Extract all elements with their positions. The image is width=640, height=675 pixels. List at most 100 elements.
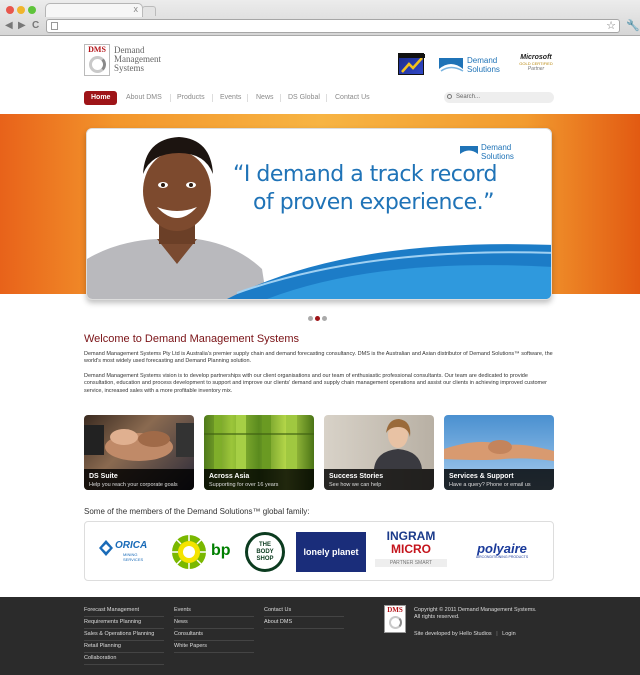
certified-badge-logo xyxy=(398,53,425,75)
quote-line1: “I demand a track record xyxy=(233,162,497,187)
demand-solutions-partner-logo: Demand Solutions xyxy=(437,53,507,77)
footer-link[interactable]: Requirements Planning xyxy=(84,617,164,629)
businesswoman-photo xyxy=(374,419,422,469)
ingram-line3: PARTNER SMART xyxy=(375,559,447,567)
search-input[interactable]: Search... xyxy=(444,92,554,103)
bookmark-star-icon[interactable]: ☆ xyxy=(606,19,616,32)
browser-tab[interactable]: x xyxy=(45,3,143,17)
handshake-photo xyxy=(444,440,554,461)
reload-icon[interactable]: C xyxy=(32,20,39,31)
quote-line2: of proven experience.” xyxy=(253,190,495,215)
footer-link[interactable]: Events xyxy=(174,605,254,617)
ds-name-line2: Solutions xyxy=(467,65,500,74)
footer-col-contact: Contact Us About DMS xyxy=(264,605,344,629)
developer-link[interactable]: Site developed by Hello Studios xyxy=(414,631,492,637)
copyright-line2: All rights reserved. xyxy=(414,614,460,620)
footer-link[interactable]: News xyxy=(174,617,254,629)
new-tab-button[interactable] xyxy=(142,6,156,16)
tile-success-stories[interactable]: Success Stories See how we can help xyxy=(324,415,434,490)
footer-col-news: Events News Consultants White Papers xyxy=(174,605,254,653)
tile-ds-suite[interactable]: DS Suite Help you reach your corporate go… xyxy=(84,415,194,490)
nav-news[interactable]: News xyxy=(256,91,274,105)
footer-link[interactable]: Sales & Operations Planning xyxy=(84,629,164,641)
footer-link[interactable]: Consultants xyxy=(174,629,254,641)
back-icon[interactable]: ◀ xyxy=(5,20,13,31)
bamboo-photo xyxy=(204,415,314,469)
tile-caption: Across Asia Supporting for over 16 years xyxy=(204,469,314,490)
welcome-title: Welcome to Demand Management Systems xyxy=(84,333,299,345)
tile-subtitle: Have a query? Phone or email us xyxy=(449,482,531,488)
minimize-window-icon[interactable] xyxy=(17,6,25,14)
nav-separator xyxy=(326,94,327,102)
logo-name: Demand Management Systems xyxy=(114,46,176,73)
nav-home[interactable]: Home xyxy=(84,91,118,105)
nav-separator xyxy=(212,94,213,102)
nav-separator xyxy=(170,94,171,102)
polyaire-name: polyaire xyxy=(477,541,527,556)
tile-across-asia[interactable]: Across Asia Supporting for over 16 years xyxy=(204,415,314,490)
wrench-icon[interactable]: 🔧 xyxy=(626,19,640,32)
bp-logo: bp xyxy=(171,534,237,570)
blue-wave-graphic xyxy=(227,244,551,299)
ingram-micro-logo: INGRAM MICRO PARTNER SMART xyxy=(375,530,447,574)
tile-title: Services & Support xyxy=(449,473,514,480)
body-shop-line2: BODY xyxy=(256,549,274,555)
tile-subtitle: See how we can help xyxy=(329,482,382,488)
ingram-line2: MICRO xyxy=(391,542,431,556)
footer-logo-text: DMS xyxy=(387,606,403,614)
search-icon xyxy=(447,94,452,99)
slide-pager xyxy=(308,308,329,326)
footer-link[interactable]: White Papers xyxy=(174,641,254,653)
welcome-para1: Demand Management Systems Pty Ltd is Aus… xyxy=(84,351,553,365)
tile-subtitle: Supporting for over 16 years xyxy=(209,482,279,488)
demand-solutions-icon xyxy=(439,58,464,72)
orica-icon xyxy=(99,540,113,556)
footer-copyright: Copyright © 2011 Demand Management Syste… xyxy=(414,607,537,621)
slide-dot-1[interactable] xyxy=(308,316,313,321)
demand-solutions-icon xyxy=(460,146,478,157)
footer-link[interactable]: Retail Planning xyxy=(84,641,164,653)
address-bar[interactable]: ☆ xyxy=(46,19,620,33)
hands-photo xyxy=(84,423,194,461)
tile-services-support[interactable]: Services & Support Have a query? Phone or… xyxy=(444,415,554,490)
tile-title: Success Stories xyxy=(329,473,384,480)
footer-link[interactable]: Contact Us xyxy=(264,605,344,617)
bp-helios-icon xyxy=(172,535,206,569)
ds-name-line1: Demand xyxy=(467,56,498,65)
footer-link[interactable]: About DMS xyxy=(264,617,344,629)
nav-events[interactable]: Events xyxy=(220,91,241,105)
slide-logo-line1: Demand xyxy=(481,143,512,152)
login-link[interactable]: Login xyxy=(502,631,515,637)
tile-subtitle: Help you reach your corporate goals xyxy=(89,482,178,488)
slide-demand-solutions-logo: Demand Solutions xyxy=(460,143,514,161)
body-shop-line1: THE xyxy=(259,542,271,548)
hero-slide[interactable]: Demand Solutions “I demand a track recor… xyxy=(86,128,552,300)
nav-contact[interactable]: Contact Us xyxy=(335,91,370,105)
close-window-icon[interactable] xyxy=(6,6,14,14)
ms-partner: Partner xyxy=(527,66,545,72)
tile-title: DS Suite xyxy=(89,473,118,480)
nav-products[interactable]: Products xyxy=(177,91,205,105)
footer: Forecast Management Requirements Plannin… xyxy=(0,597,640,675)
ms-name: Microsoft xyxy=(520,54,552,61)
polyaire-sub: AIRCONDITIONING PRODUCTS xyxy=(475,555,529,559)
nav-separator xyxy=(280,94,281,102)
forward-icon[interactable]: ▶ xyxy=(18,20,26,31)
bp-name: bp xyxy=(211,542,231,559)
slide-dot-3[interactable] xyxy=(322,316,327,321)
nav-about[interactable]: About DMS xyxy=(126,91,162,105)
orica-logo: ORICA MINING SERVICES xyxy=(97,538,161,564)
copyright-line1: Copyright © 2011 Demand Management Syste… xyxy=(414,607,537,613)
dms-logo[interactable]: DMS Demand Management Systems xyxy=(84,44,176,80)
footer-link[interactable]: Collaboration xyxy=(84,653,164,665)
slide-logo-line2: Solutions xyxy=(481,152,514,161)
maximize-window-icon[interactable] xyxy=(28,6,36,14)
tab-close-icon[interactable]: x xyxy=(134,4,139,14)
footer-link[interactable]: Forecast Management xyxy=(84,605,164,617)
orica-sub: MINING SERVICES xyxy=(123,552,143,562)
slide-dot-2[interactable] xyxy=(315,316,320,321)
nav-ds-global[interactable]: DS Global xyxy=(288,91,320,105)
logo-name-line3: Systems xyxy=(114,63,145,73)
nav-separator xyxy=(247,94,248,102)
logo-mark-text: DMS xyxy=(85,45,109,54)
